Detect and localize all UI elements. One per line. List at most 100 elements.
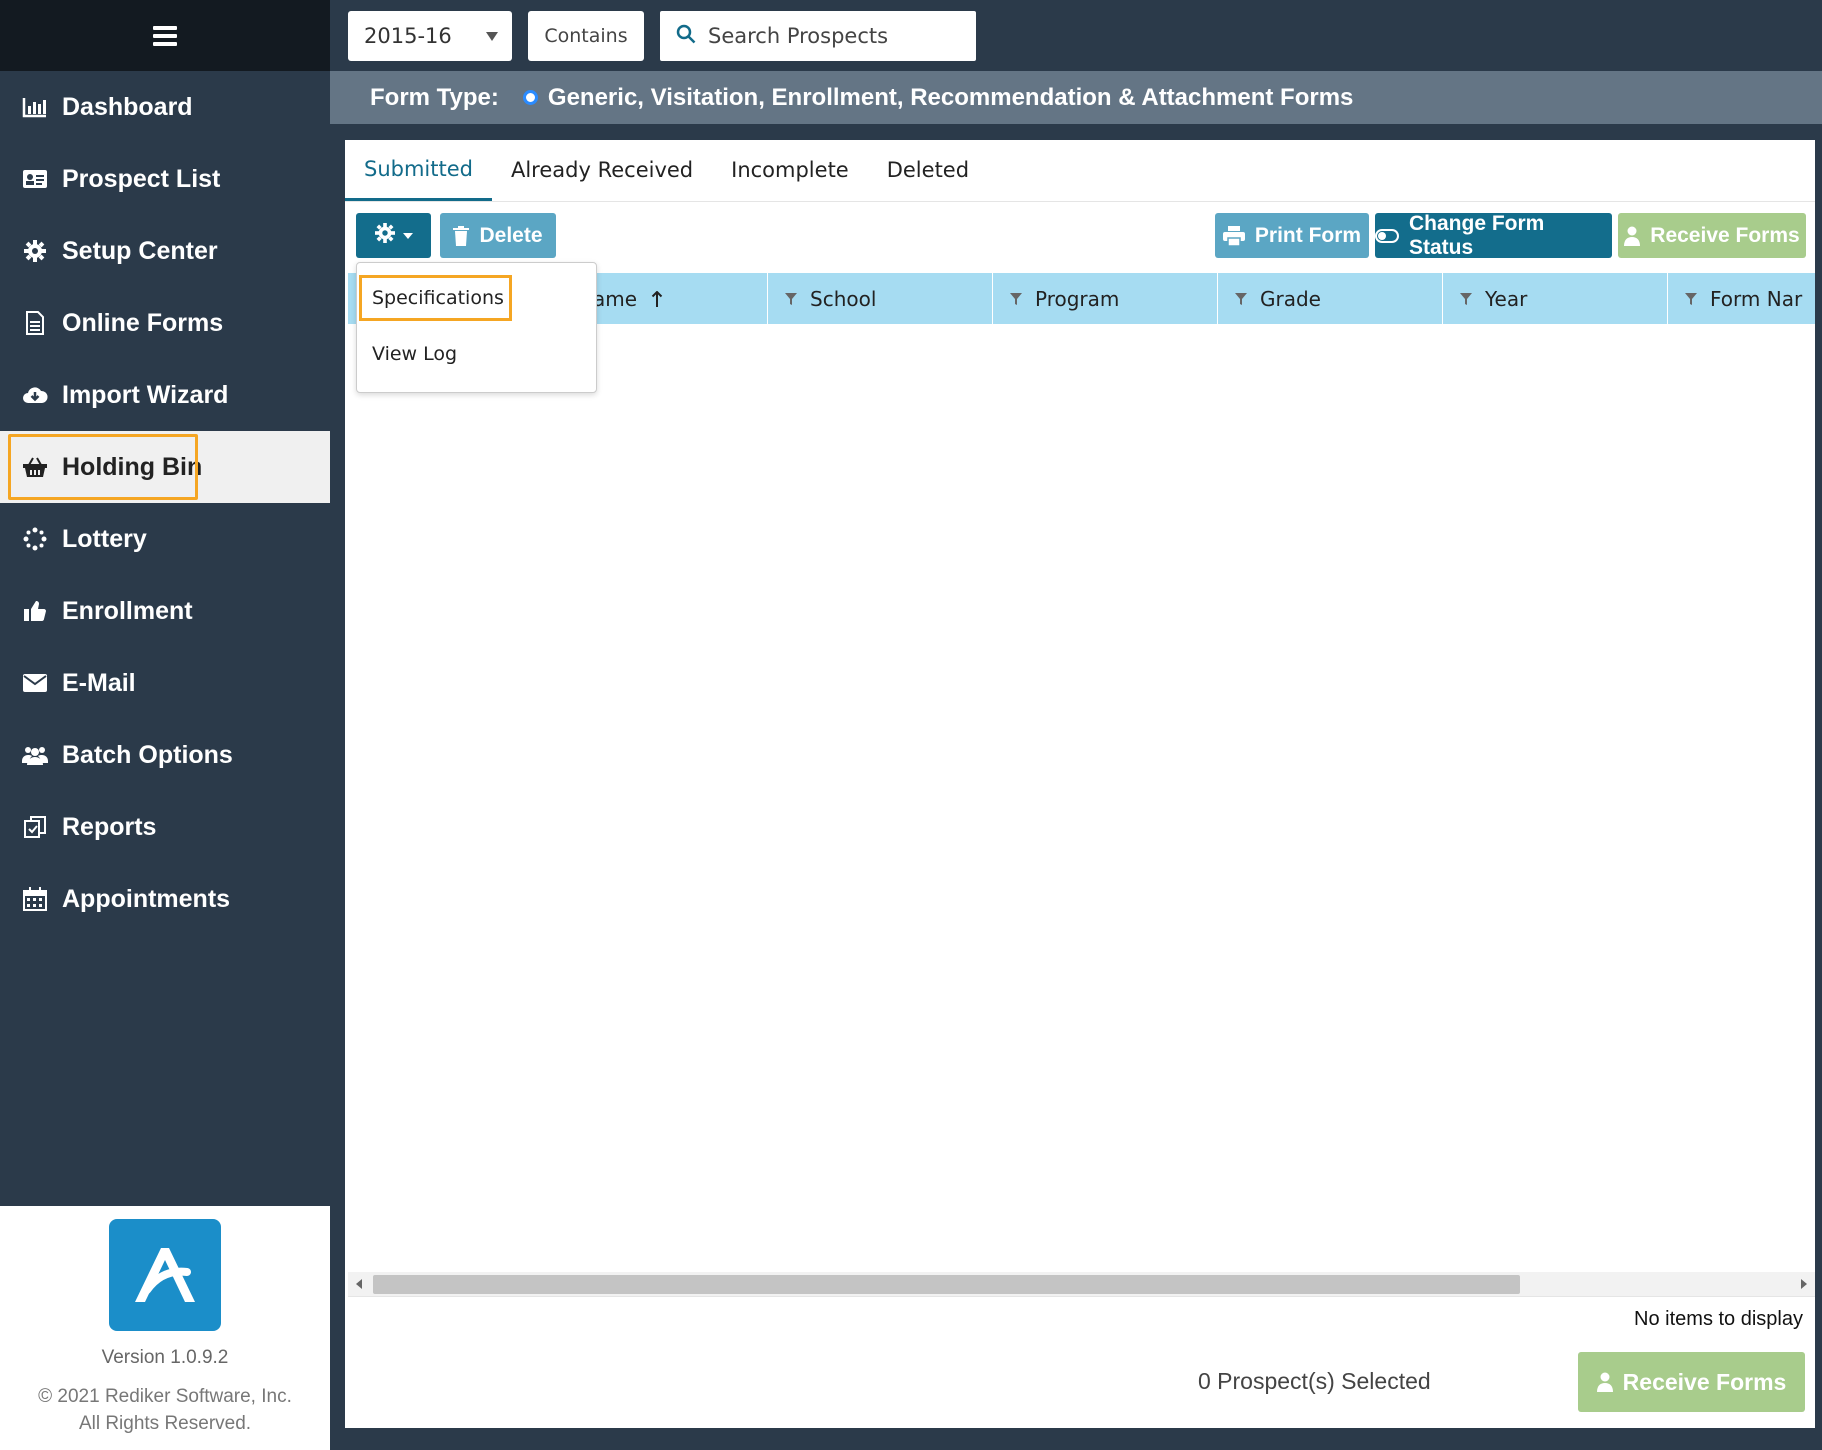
sidebar-item-lottery[interactable]: Lottery [0,503,330,575]
menu-item-view-log[interactable]: View Log [357,343,596,365]
tab-submitted[interactable]: Submitted [345,139,492,201]
sidebar-item-label: Import Wizard [62,380,229,409]
sidebar-item-setup-center[interactable]: Setup Center [0,215,330,287]
column-school[interactable]: School [768,273,993,324]
sidebar-item-reports[interactable]: Reports [0,791,330,863]
caret-down-icon [402,232,413,239]
sidebar-item-online-forms[interactable]: Online Forms [0,287,330,359]
selected-count: 0 Prospect(s) Selected [1198,1368,1431,1394]
receive-forms-button[interactable]: Receive Forms [1618,213,1806,258]
toggle-icon [1375,228,1399,243]
sidebar-item-label: Online Forms [62,308,224,337]
trash-icon [453,225,470,246]
column-label: Grade [1260,286,1321,311]
sidebar-item-label: Batch Options [62,740,233,769]
search-input[interactable] [708,24,968,48]
gear-icon [22,238,48,264]
column-year[interactable]: Year [1443,273,1668,324]
printer-icon [1222,225,1245,246]
top-bar: 2015-16 Contains [330,0,1822,71]
id-card-icon [22,166,48,192]
tab-bar: Submitted Already Received Incomplete De… [345,140,1815,202]
hamburger-menu-icon[interactable] [153,25,177,46]
cloud-download-icon [22,382,48,408]
scroll-right-arrow-icon[interactable] [1801,1279,1807,1289]
form-type-bar: Form Type: Generic, Visitation, Enrollme… [330,71,1822,124]
sidebar-footer: Version 1.0.9.2 © 2021 Rediker Software,… [0,1206,330,1450]
copyright: © 2021 Rediker Software, Inc. All Rights… [0,1383,330,1437]
sidebar-item-email[interactable]: E-Mail [0,647,330,719]
column-label: Program [1035,286,1120,311]
sidebar-nav: Dashboard Prospect List Setup Center Onl… [0,71,330,935]
sidebar: Dashboard Prospect List Setup Center Onl… [0,0,330,1450]
sidebar-item-prospect-list[interactable]: Prospect List [0,143,330,215]
sidebar-item-label: Appointments [62,884,231,913]
match-mode-button[interactable]: Contains [528,11,644,61]
caret-down-icon [486,32,498,41]
sidebar-item-enrollment[interactable]: Enrollment [0,575,330,647]
thumbs-up-icon [22,598,48,624]
rediker-logo [109,1219,221,1331]
users-icon [22,742,48,768]
sidebar-item-import-wizard[interactable]: Import Wizard [0,359,330,431]
delete-label: Delete [479,223,543,247]
tab-incomplete[interactable]: Incomplete [712,139,868,201]
form-type-radio[interactable] [522,90,538,105]
document-icon [22,310,48,336]
filter-icon[interactable] [784,292,798,306]
sidebar-header [0,0,330,71]
sidebar-item-label: Prospect List [62,164,221,193]
scrollbar-thumb[interactable] [373,1275,1520,1294]
settings-menu-button[interactable] [356,213,431,258]
filter-icon[interactable] [1009,292,1023,306]
delete-button[interactable]: Delete [440,213,556,258]
sort-ascending-icon [651,290,663,307]
sidebar-item-label: Setup Center [62,236,218,265]
menu-item-specifications[interactable]: Specifications [357,287,596,309]
horizontal-scrollbar[interactable] [348,1272,1815,1296]
copy-icon [22,814,48,840]
sidebar-item-batch-options[interactable]: Batch Options [0,719,330,791]
column-label: Form Nar [1710,286,1803,311]
gear-icon [374,222,395,249]
receive-forms-label: Receive Forms [1650,223,1800,247]
filter-icon[interactable] [1459,292,1473,306]
change-form-status-label: Change Form Status [1409,211,1545,259]
envelope-icon [22,670,48,696]
calendar-icon [22,886,48,912]
receive-forms-label: Receive Forms [1622,1368,1787,1395]
filter-icon[interactable] [1234,292,1248,306]
holding-bin-panel: Submitted Already Received Incomplete De… [345,140,1815,1428]
copyright-line: © 2021 Rediker Software, Inc. [38,1386,292,1407]
column-label: School [810,286,877,311]
sidebar-item-appointments[interactable]: Appointments [0,863,330,935]
search-icon [676,24,696,48]
settings-dropdown-menu: Specifications View Log [356,262,597,393]
user-icon [1624,226,1641,246]
sidebar-item-label: Reports [62,812,157,841]
year-select[interactable]: 2015-16 [348,11,512,61]
form-type-label: Form Type: [370,83,499,111]
divider [348,1296,1815,1297]
print-form-button[interactable]: Print Form [1215,213,1369,258]
sidebar-item-label: Lottery [62,524,147,553]
print-form-label: Print Form [1254,223,1362,247]
sidebar-item-holding-bin[interactable]: Holding Bin [0,431,330,503]
form-type-option[interactable]: Generic, Visitation, Enrollment, Recomme… [548,84,1353,112]
receive-forms-bottom-button[interactable]: Receive Forms [1578,1352,1805,1412]
sidebar-item-dashboard[interactable]: Dashboard [0,71,330,143]
tab-already-received[interactable]: Already Received [492,139,712,201]
filter-icon[interactable] [1684,292,1698,306]
sidebar-item-label: Enrollment [62,596,193,625]
app-version: Version 1.0.9.2 [101,1347,229,1368]
column-form-name[interactable]: Form Nar [1668,273,1815,324]
tab-deleted[interactable]: Deleted [868,139,988,201]
no-items-message: No items to display [1634,1308,1803,1330]
column-program[interactable]: Program [993,273,1218,324]
change-form-status-button[interactable]: Change Form Status [1375,211,1612,259]
column-label: Year [1485,286,1528,311]
column-label: ame [593,286,638,311]
column-grade[interactable]: Grade [1218,273,1443,324]
sidebar-item-label: Dashboard [62,92,193,121]
scroll-left-arrow-icon[interactable] [356,1279,362,1289]
